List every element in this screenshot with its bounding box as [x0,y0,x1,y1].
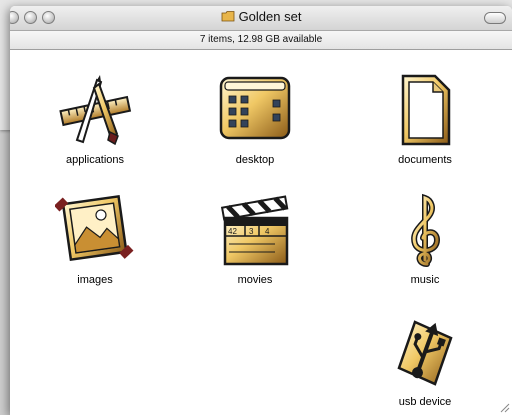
item-music[interactable]: music [360,190,490,286]
toolbar-toggle-button[interactable] [484,12,506,24]
clapper-take: 3 [249,227,254,236]
status-text: 7 items, 12.98 GB available [199,34,323,45]
clapper-scene: 42 [228,227,237,236]
item-label: movies [237,274,273,286]
title-bar[interactable]: Golden set [10,6,512,31]
desktop-icon [219,76,291,140]
item-label: documents [398,154,452,166]
music-icon [411,193,441,267]
item-label: desktop [235,154,275,166]
item-label: images [77,274,113,286]
folder-icon [221,11,234,22]
documents-icon [401,74,451,146]
item-documents[interactable]: documents [360,70,490,166]
usb-device-icon [397,320,453,386]
window-title: Golden set [238,9,302,24]
movies-icon: 42 3 4 [220,195,289,266]
images-icon [55,194,134,262]
item-label: music [410,274,440,286]
finder-window: Golden set 7 items, 12.98 GB available a… [10,6,512,415]
clapper-roll: 4 [265,227,270,236]
item-label: applications [65,154,125,166]
item-applications[interactable]: applications [30,70,160,166]
item-label: usb device [398,396,452,408]
item-desktop[interactable]: desktop [190,70,320,166]
resize-grip-icon[interactable] [498,401,510,413]
status-bar: 7 items, 12.98 GB available [10,31,512,50]
item-images[interactable]: images [30,190,160,286]
window-title-wrap: Golden set [10,9,512,24]
applications-icon [59,75,132,146]
item-movies[interactable]: 42 3 4 movies [190,190,320,286]
icon-view: applications desktop documents images 42… [10,50,512,415]
item-usb-device[interactable]: usb device [360,312,490,408]
